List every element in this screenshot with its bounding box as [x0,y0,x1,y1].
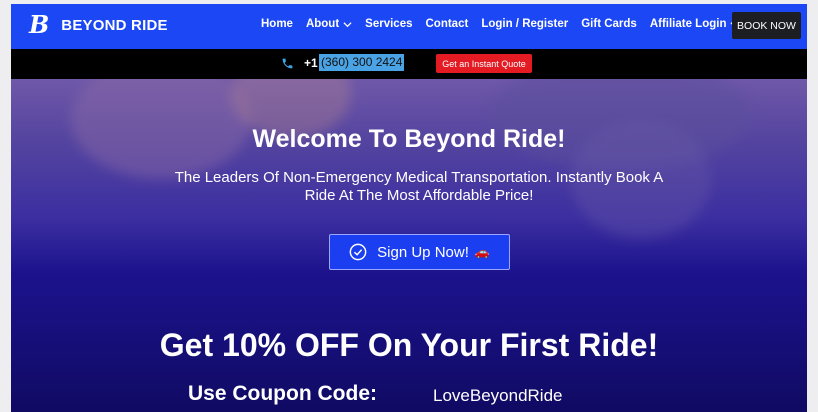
nav-login-register[interactable]: Login / Register [481,18,568,30]
site-header: B BEYOND RIDE Home About Services Contac… [11,4,807,49]
main-nav: Home About Services Contact Login / Regi… [261,18,752,30]
hero-section: Welcome To Beyond Ride! The Leaders Of N… [11,79,807,412]
brand-name: BEYOND RIDE [61,16,168,34]
offer-title: Get 10% OFF On Your First Ride! [159,327,659,363]
contact-bar: +1 (360) 300 2424 Get an Instant Quote [11,49,807,79]
chevron-down-icon [343,21,352,27]
nav-home-label: Home [261,18,293,30]
nav-services-label: Services [365,18,413,30]
nav-services[interactable]: Services [365,18,412,30]
nav-gift-cards-label: Gift Cards [581,18,637,30]
nav-affiliate-label: Affiliate Login [649,18,727,30]
sign-up-button[interactable]: Sign Up Now! 🚗 [329,234,510,270]
phone-prefix: +1 [304,56,318,70]
hero-subtitle: The Leaders Of Non-Emergency Medical Tra… [174,169,664,204]
coupon-label: Use Coupon Code: [188,382,377,405]
car-icon: 🚗 [474,245,490,259]
phone-number-link[interactable]: (360) 300 2424 [319,54,405,71]
phone-icon [282,58,293,69]
book-now-button[interactable]: BOOK NOW [732,12,801,39]
sign-up-label: Sign Up Now! [377,243,469,261]
hero-title: Welcome To Beyond Ride! [252,125,566,153]
page-frame: B BEYOND RIDE Home About Services Contac… [11,4,807,412]
check-circle-icon [349,243,367,261]
logo-icon: B [29,10,50,39]
nav-login-label: Login / Register [481,18,569,30]
nav-gift-cards[interactable]: Gift Cards [581,18,637,30]
nav-about-label: About [305,18,340,30]
coupon-code: LoveBeyondRide [433,386,563,405]
nav-contact[interactable]: Contact [426,18,469,30]
nav-contact-label: Contact [425,18,469,30]
instant-quote-button[interactable]: Get an Instant Quote [436,54,532,73]
nav-affiliate-login[interactable]: Affiliate Login [650,18,740,30]
nav-about[interactable]: About [306,18,352,30]
brand-logo[interactable]: B BEYOND RIDE [29,13,168,37]
nav-home[interactable]: Home [261,18,293,30]
